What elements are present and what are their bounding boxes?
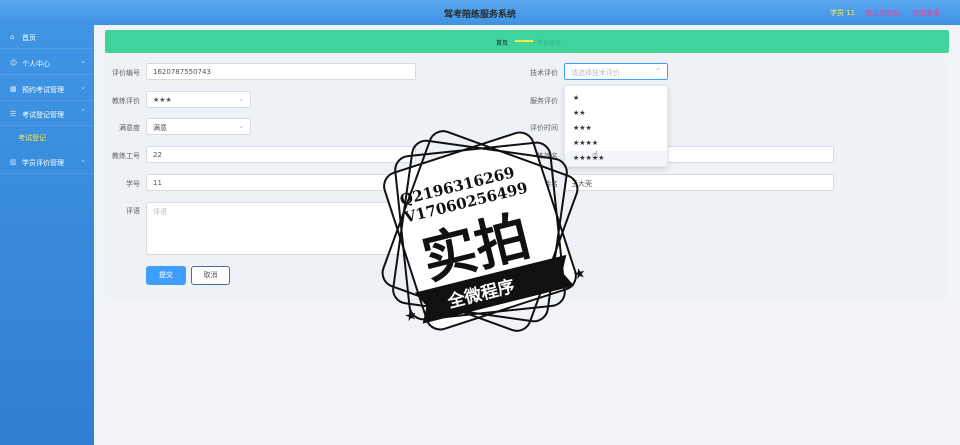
student-id-label: 学号 [126,180,140,188]
dropdown-option[interactable]: ★★ [565,106,667,121]
sidebar-subitem-exam-registration[interactable]: 考试登记 [18,133,46,143]
table-icon: ▦ [10,85,17,93]
eval-no-label: 评价编号 [112,69,140,77]
satisfaction-label: 满意度 [119,124,140,132]
hand-cursor-icon: ☝ [592,150,599,161]
chevron-down-icon: ⌄ [238,122,244,130]
satisfaction-select[interactable]: 满意 ⌄ [146,118,251,135]
logout-link[interactable]: 退出登录 [912,8,940,18]
coach-id-label: 教练工号 [112,152,140,160]
sidebar-item-label: 预约考试管理 [22,86,64,94]
current-user: 学员 11 [830,9,856,17]
coach-rating-select[interactable]: ★★★ ⌄ [146,91,251,108]
star-icon: ★ [572,265,588,284]
service-rating-label: 服务评价 [530,97,558,105]
sidebar-item-label: 学员评价管理 [22,159,64,167]
tech-rating-label: 技术评价 [530,69,558,77]
sidebar-item-personal-center[interactable]: ☺ 个人中心 ⌄ [0,51,94,75]
comment-label: 评语 [126,207,140,215]
breadcrumb: 首页 学员评价 [105,30,949,53]
app-title: 驾考陪练服务系统 [443,10,516,20]
chevron-down-icon: ⌄ [80,83,86,91]
user-icon: ☺ [10,59,18,67]
list-icon: ☰ [10,110,17,118]
sidebar-item-home[interactable]: ⌂ 首页 [0,25,94,49]
sidebar: ⌂ 首页 ☺ 个人中心 ⌄ ▦ 预约考试管理 ⌄ ☰ 考试登记管理 ⌃ 考试登记… [0,25,94,445]
sidebar-item-student-evaluation[interactable]: ▥ 学员评价管理 ⌄ [0,150,94,174]
chevron-down-icon: ⌄ [238,95,244,103]
sidebar-item-label: 首页 [22,34,36,42]
cancel-button[interactable]: 取消 [191,266,230,285]
breadcrumb-home[interactable]: 首页 [496,38,508,47]
breadcrumb-separator [515,40,533,42]
chevron-down-icon: ⌄ [80,57,86,65]
chevron-up-icon: ⌃ [80,108,86,116]
coach-rating-label: 教练评价 [112,97,140,105]
sidebar-item-exam-registration[interactable]: ☰ 考试登记管理 ⌃ [0,102,94,126]
eval-no-input[interactable]: 1620787550743 [146,63,416,80]
star-icon: ★ [403,307,419,326]
tech-rating-select[interactable]: 请选择技术评价 ⌃ [564,63,668,80]
chevron-down-icon: ⌄ [80,156,86,164]
dropdown-option[interactable]: ★ [565,91,667,106]
sidebar-item-label: 考试登记管理 [22,111,64,119]
chevron-up-icon: ⌃ [655,67,661,75]
breadcrumb-current: 学员评价 [537,40,562,47]
home-icon: ⌂ [10,33,15,41]
chart-icon: ▥ [10,158,17,166]
sidebar-item-label: 个人中心 [22,60,50,68]
submit-button[interactable]: 提交 [146,266,186,285]
top-header: 驾考陪练服务系统 学员 11 退出到前台 退出登录 [0,0,960,25]
watermark-stamp: Q2196316269 V17060256499 实拍 全微程序 ★ ★ [381,130,588,332]
student-name-input[interactable]: 王大壳 [564,174,834,191]
exit-to-front-link[interactable]: 退出到前台 [865,8,900,18]
sidebar-item-exam-booking[interactable]: ▦ 预约考试管理 ⌄ [0,77,94,101]
